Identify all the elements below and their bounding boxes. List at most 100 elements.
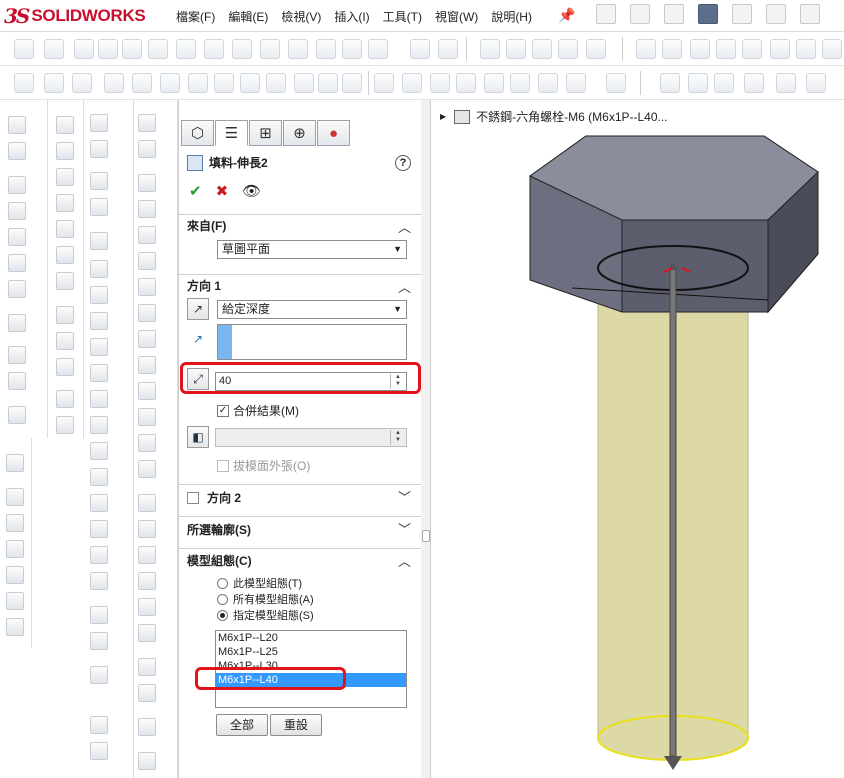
note-icon[interactable] [90,416,108,434]
frame2-icon[interactable] [484,73,504,93]
draft-angle-input[interactable]: ▲ ▼ [215,428,407,447]
knot-icon[interactable] [6,540,24,558]
square-icon[interactable] [538,73,558,93]
spring-icon[interactable] [8,406,26,424]
view-cube-icon[interactable] [806,73,826,93]
cube4-icon[interactable] [56,416,74,434]
line-icon[interactable] [742,39,762,59]
graphics-area[interactable]: ▶ 不銹鋼-六角螺栓-M6 (M6x1P--L40... [432,100,844,778]
repair-icon[interactable] [138,684,156,702]
brush-icon[interactable] [90,198,108,216]
merge-result-checkbox[interactable]: ✓ 合併結果(M) [217,402,299,419]
spinner-icon[interactable]: ▲ ▼ [390,430,405,445]
group-direction2[interactable]: 方向 2 ﹀ [179,484,421,510]
cube2-icon[interactable] [6,618,24,636]
ruler-icon[interactable] [176,39,196,59]
draft-outward-checkbox[interactable]: 拔模面外張(O) [217,457,310,474]
font-icon[interactable] [90,468,108,486]
arrow-down-icon[interactable] [72,73,92,93]
frame-icon[interactable] [690,39,710,59]
trim-icon[interactable] [138,494,156,512]
wire-box-icon[interactable] [56,142,74,160]
print-icon[interactable] [698,4,718,24]
tab-configuration-manager[interactable]: ⊞ [249,120,282,146]
menu-tools[interactable]: 工具(T) [383,8,422,25]
pattern-icon[interactable] [8,314,26,332]
unfold-icon[interactable] [294,73,314,93]
radio-this-configuration[interactable]: 此模型組態(T) [217,575,302,591]
view-orient-icon[interactable] [744,73,764,93]
linear-pattern-icon[interactable] [138,598,156,616]
line-icon[interactable] [138,174,156,192]
circle-icon[interactable] [138,252,156,270]
group-direction1[interactable]: 方向 1 ︿ [179,274,421,296]
feature-icon[interactable] [480,39,500,59]
mirror-sketch-icon[interactable] [138,572,156,590]
solid-icon[interactable] [8,176,26,194]
more-icon[interactable] [822,39,842,59]
target-icon[interactable] [90,442,108,460]
corner-line-icon[interactable] [138,114,156,132]
crosshair-icon[interactable] [90,606,108,624]
cancel-x-icon[interactable]: ✖ [216,182,229,200]
bend-icon[interactable] [214,73,234,93]
gauge-icon[interactable] [98,39,118,59]
sketch-icon[interactable] [138,752,156,770]
table-icon[interactable] [770,39,790,59]
stamp-icon[interactable] [90,742,108,760]
zoom-icon[interactable] [660,73,680,93]
sheet-icon[interactable] [90,716,108,734]
point-icon[interactable] [138,408,156,426]
layout-icon[interactable] [796,39,816,59]
wire-cube4-icon[interactable] [56,220,74,238]
hatch-icon[interactable] [90,520,108,538]
zoom-area-icon[interactable] [688,73,708,93]
corner-icon[interactable] [56,332,74,350]
select-icon[interactable] [800,4,820,24]
cube-icon[interactable] [566,73,586,93]
weld-icon[interactable] [90,364,108,382]
stack-icon[interactable] [430,73,450,93]
balloon-icon[interactable] [90,286,108,304]
sheet-metal-icon[interactable] [188,73,208,93]
copy-icon[interactable] [342,39,362,59]
draft-icon[interactable]: ◧ [187,426,209,448]
rectangle-icon[interactable] [138,200,156,218]
letter-a-icon[interactable] [90,232,108,250]
fillet-sketch-icon[interactable] [138,356,156,374]
display-style-icon[interactable] [776,73,796,93]
frame-icon[interactable] [56,358,74,376]
group-icon[interactable] [402,73,422,93]
wall-icon[interactable] [104,73,124,93]
slot-icon[interactable] [138,226,156,244]
select-all-button[interactable]: 全部 [216,714,268,736]
mirror-icon[interactable] [8,346,26,364]
shield-icon[interactable] [586,39,606,59]
shell-icon[interactable] [8,228,26,246]
fillet-icon[interactable] [8,280,26,298]
tab-dimxpert[interactable]: ⊕ [283,120,316,146]
plane-icon[interactable] [6,454,24,472]
polygon-icon[interactable] [138,382,156,400]
options-icon[interactable] [438,39,458,59]
chevron-up-icon[interactable]: ︿ [398,217,411,236]
tool2-icon[interactable] [90,140,108,158]
box-icon[interactable] [8,142,26,160]
display-relations-icon[interactable] [138,658,156,676]
menu-insert[interactable]: 插入(I) [334,8,369,25]
cone-icon[interactable] [318,73,338,93]
solid-cube-icon[interactable] [56,272,74,290]
flange-icon[interactable] [240,73,260,93]
extrude-direction-arrow[interactable] [669,267,677,757]
chevron-up-icon[interactable]: ︿ [398,551,411,570]
extrude2-icon[interactable] [6,488,24,506]
wave-icon[interactable] [6,514,24,532]
gear-icon[interactable] [410,39,430,59]
ok-check-icon[interactable]: ✔ [189,182,202,200]
reverse-direction-icon[interactable]: ↗ [187,298,209,320]
fold-icon[interactable] [266,73,286,93]
from-dropdown[interactable]: 草圖平面 ▼ [217,240,407,259]
panel-icon[interactable] [132,73,152,93]
sigma-icon[interactable] [232,39,252,59]
wire-cube2-icon[interactable] [56,168,74,186]
